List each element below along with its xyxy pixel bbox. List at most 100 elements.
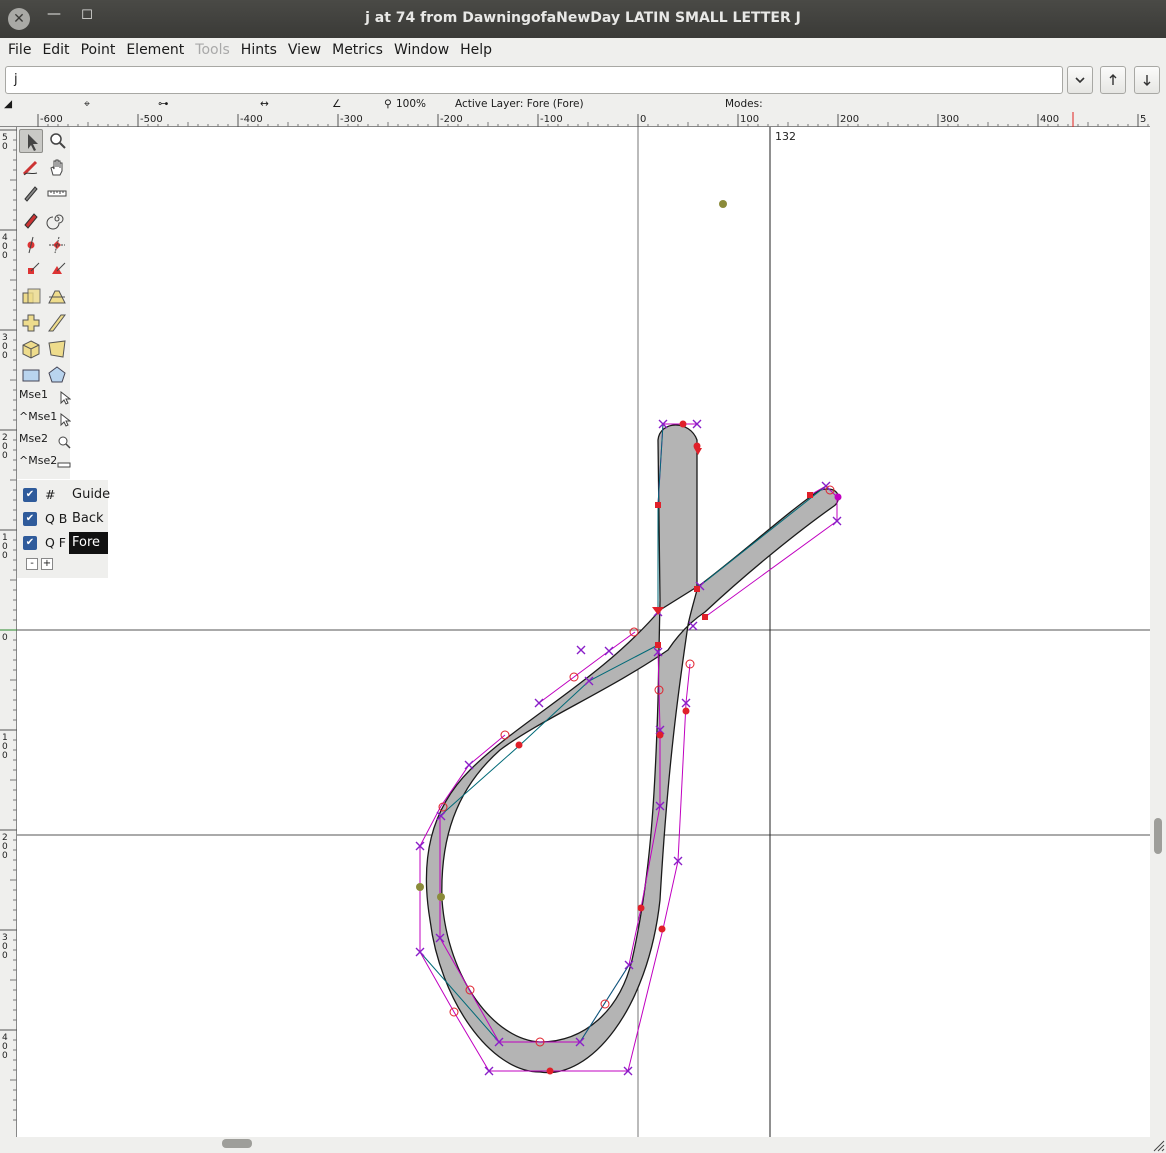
horizontal-ruler: -600 -500 -400 -300 -200 -100 0 100 200 300 400 5 — [0, 112, 1150, 127]
spiral-tool[interactable] — [45, 207, 69, 231]
layer-visible-checkbox[interactable]: ✔ — [23, 488, 37, 502]
tangent-point[interactable] — [652, 607, 664, 615]
anchor-point[interactable] — [719, 200, 727, 208]
flip-tool[interactable] — [45, 285, 69, 309]
flip-icon — [48, 290, 66, 304]
anchor-point[interactable] — [437, 893, 445, 901]
freehand-tool[interactable] — [19, 155, 43, 179]
curve-point-tool[interactable] — [19, 233, 43, 257]
hand-tool[interactable] — [45, 155, 69, 179]
layer-name[interactable]: Back — [69, 508, 107, 530]
layer-row-guide[interactable]: ✔ # Guide — [17, 484, 110, 506]
control-point[interactable] — [464, 760, 474, 770]
curve-point[interactable] — [656, 731, 664, 739]
menu-view[interactable]: View — [284, 42, 325, 58]
curve-point[interactable] — [679, 420, 687, 428]
corner-point[interactable] — [655, 502, 661, 508]
curve-point[interactable] — [546, 1067, 554, 1075]
layer-visible-checkbox[interactable]: ✔ — [23, 512, 37, 526]
remove-layer-button[interactable]: - — [26, 558, 38, 570]
layer-flags: Q B — [45, 511, 68, 526]
menu-hints[interactable]: Hints — [237, 42, 281, 58]
pointer-icon — [28, 134, 38, 151]
pointer-small-icon — [60, 413, 71, 427]
horizontal-scrollbar[interactable] — [0, 1137, 1150, 1153]
menu-element[interactable]: Element — [122, 42, 188, 58]
layer-flags: # — [45, 487, 56, 502]
selected-point[interactable] — [834, 493, 842, 501]
rotate-tool[interactable] — [19, 311, 43, 335]
vertical-scrollbar[interactable] — [1150, 112, 1166, 1137]
corner-point[interactable] — [694, 586, 700, 592]
previous-glyph-button[interactable] — [1100, 66, 1126, 94]
corner-point-tool[interactable] — [19, 259, 43, 283]
control-point[interactable] — [576, 645, 586, 655]
anchor-point[interactable] — [416, 883, 424, 891]
ruler-tick-label: 5 — [1140, 114, 1146, 125]
hv-curve-point-tool[interactable] — [45, 233, 69, 257]
layer-name[interactable]: Guide — [69, 484, 113, 506]
mouse1-label: Mse1 — [19, 388, 48, 401]
menu-edit[interactable]: Edit — [38, 42, 73, 58]
3d-rotate-tool[interactable] — [19, 337, 43, 361]
window-title: j at 74 from DawningofaNewDay LATIN SMAL… — [365, 10, 801, 26]
glyph-dropdown-button[interactable] — [1067, 66, 1093, 94]
menu-window[interactable]: Window — [390, 42, 453, 58]
tangent-point-tool[interactable] — [45, 259, 69, 283]
menu-tools[interactable]: Tools — [191, 42, 234, 58]
menu-bar: File Edit Point Element Tools Hints View… — [0, 38, 1166, 62]
active-layer-label: Active Layer: Fore (Fore) — [455, 98, 584, 110]
corner-point[interactable] — [702, 614, 708, 620]
ruler-tick-label: 0 — [2, 751, 8, 761]
curve-point[interactable] — [682, 707, 690, 715]
rectangle-tool[interactable] — [19, 363, 43, 387]
glyph-name-input[interactable]: j — [5, 66, 1063, 94]
horizontal-scroll-thumb[interactable] — [222, 1139, 252, 1148]
skew-tool[interactable] — [45, 311, 69, 335]
add-layer-button[interactable]: + — [41, 558, 53, 570]
glyph-canvas[interactable]: 132 — [17, 127, 1150, 1137]
control-point[interactable] — [534, 698, 544, 708]
curve-point-icon — [27, 236, 35, 254]
pen-tool[interactable] — [19, 207, 43, 231]
knife-tool[interactable] — [19, 181, 43, 205]
layer-name-active[interactable]: Fore — [69, 532, 108, 554]
layer-row-back[interactable]: ✔ Q B Back — [17, 508, 108, 530]
polygon-tool[interactable] — [45, 363, 69, 387]
glyph-name-row: j — [0, 62, 1166, 98]
layer-row-fore[interactable]: ✔ Q F Fore — [17, 532, 108, 554]
magnify-tool[interactable] — [45, 129, 69, 153]
curve-point[interactable] — [658, 925, 666, 933]
off-curve-point[interactable] — [600, 999, 610, 1009]
perspective-tool[interactable] — [45, 337, 69, 361]
rectangle-icon — [22, 369, 40, 382]
corner-point[interactable] — [655, 642, 661, 648]
menu-metrics[interactable]: Metrics — [328, 42, 387, 58]
advance-width-value: 132 — [775, 130, 796, 143]
off-curve-point[interactable] — [629, 627, 639, 637]
curve-point[interactable] — [515, 741, 523, 749]
next-glyph-button[interactable] — [1134, 66, 1160, 94]
control-point[interactable] — [688, 621, 698, 631]
menu-point[interactable]: Point — [77, 42, 120, 58]
ruler-tick-label: 0 — [2, 451, 8, 461]
selected-point-icon: ⊶ — [158, 98, 169, 110]
pointer-tool[interactable] — [19, 129, 43, 153]
layer-flags: Q F — [45, 535, 67, 550]
layer-visible-checkbox[interactable]: ✔ — [23, 536, 37, 550]
scale-icon — [22, 288, 41, 304]
menu-file[interactable]: File — [4, 42, 35, 58]
resize-grip[interactable] — [1150, 1137, 1166, 1153]
curve-point[interactable] — [637, 904, 645, 912]
scale-tool[interactable] — [19, 285, 43, 309]
control-point[interactable] — [604, 646, 614, 656]
ruler-tool[interactable] — [45, 181, 69, 205]
info-bar: ◢ ⌖ ⊶ ↔ ∠ ⚲ 100% Active Layer: Fore (For… — [0, 98, 1166, 112]
menu-help[interactable]: Help — [456, 42, 496, 58]
corner-point[interactable] — [807, 492, 813, 498]
vertical-scroll-thumb[interactable] — [1154, 818, 1162, 854]
title-bar: ✕ — ☐ j at 74 from DawningofaNewDay LATI… — [0, 0, 1166, 38]
glyph-outline-view[interactable]: 132 — [17, 127, 1150, 1137]
distance-icon: ↔ — [260, 98, 269, 110]
ctrl-mouse2-label: ^Mse2 — [19, 454, 58, 467]
